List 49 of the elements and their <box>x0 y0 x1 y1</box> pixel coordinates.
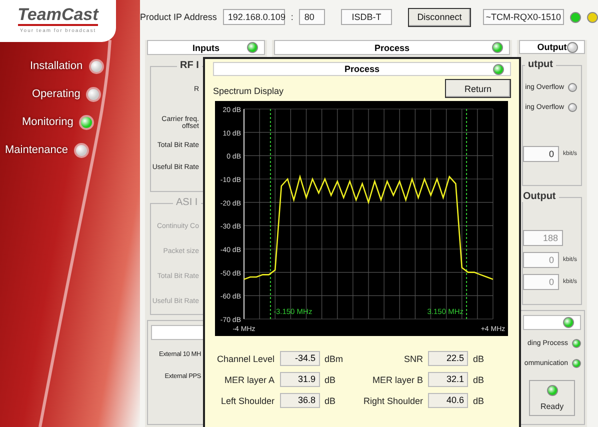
nav-item[interactable]: Maintenance <box>5 144 68 156</box>
group-legend: utput <box>525 59 556 70</box>
nav-indicator[interactable] <box>88 58 104 74</box>
dialog-title: Process <box>344 64 380 74</box>
disconnect-button[interactable]: Disconnect <box>408 8 471 26</box>
measure-value: 40.6 <box>428 393 468 408</box>
port-field[interactable]: 80 <box>299 9 325 25</box>
unit-label: dB <box>473 396 486 406</box>
value-field: 0 <box>523 274 559 290</box>
measure-label: MER layer B <box>372 374 424 384</box>
measure-label: Right Shoulder <box>364 396 424 406</box>
nav-indicator[interactable] <box>74 142 89 158</box>
nav-item[interactable]: Installation <box>30 60 83 72</box>
logo: TeamCast <box>18 6 98 26</box>
return-button[interactable]: Return <box>445 79 511 98</box>
measure-label: SNR <box>403 354 424 364</box>
spectrum-label: Spectrum Display <box>213 86 284 96</box>
nav-item[interactable]: Operating <box>32 88 80 100</box>
panel-title: Inputs <box>192 42 220 52</box>
measure-value: 22.5 <box>428 351 468 366</box>
rate-field: 0 <box>523 146 559 162</box>
measure-label: Channel Level <box>216 354 274 364</box>
unit-label: dB <box>324 396 337 406</box>
unit-label: dB <box>324 374 337 384</box>
panel-title: Process <box>374 42 410 52</box>
nav-indicator[interactable] <box>79 114 94 130</box>
ip-label: Product IP Address <box>140 12 217 22</box>
device-field: ~TCM-RQX0-1510 <box>482 9 564 25</box>
group-legend: ASI I <box>173 197 201 208</box>
unit-label: dBm <box>324 354 344 364</box>
port-separator: : <box>290 12 294 22</box>
group-legend: RF I <box>177 60 202 71</box>
nav-indicator[interactable] <box>86 86 102 102</box>
panel-title: Output <box>537 42 567 52</box>
measure-label: Left Shoulder <box>220 396 274 406</box>
unit-label: dB <box>473 374 486 384</box>
ip-field[interactable]: 192.168.0.109 <box>222 9 285 25</box>
measure-value: 32.1 <box>428 372 468 387</box>
group-legend: Output <box>520 191 559 202</box>
measure-value: 31.9 <box>280 372 320 387</box>
nav-item[interactable]: Monitoring <box>22 116 74 128</box>
value-field: 188 <box>523 230 563 246</box>
unit-label: dB <box>473 354 486 364</box>
ready-label: Ready <box>540 402 564 411</box>
standard-field: ISDB-T <box>340 9 392 25</box>
measure-value: 36.8 <box>280 393 320 408</box>
measure-value: -34.5 <box>280 351 320 366</box>
measure-label: MER layer A <box>223 374 274 384</box>
value-field: 0 <box>523 252 559 268</box>
